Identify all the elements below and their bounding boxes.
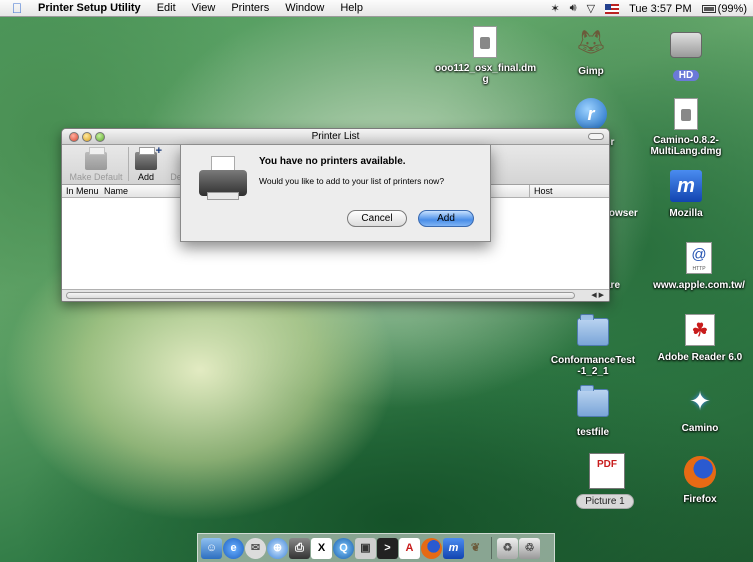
no-printers-sheet: You have no printers available. Would yo…: [180, 145, 491, 242]
desktop-icon-label: Firefox: [683, 494, 717, 505]
desktop-icon-ooo-dmg[interactable]: ooo112_osx_final.dm g: [435, 26, 537, 85]
desktop-icon-label: www.apple.com.tw/: [653, 280, 745, 291]
add-printer-icon: +: [135, 145, 162, 170]
window-controls: [69, 132, 105, 142]
desktop-icon-label: ooo112_osx_final.dm g: [435, 63, 537, 85]
pdf-file-icon: PDF: [589, 453, 625, 489]
x11-icon[interactable]: X: [311, 537, 332, 559]
desktop-icon-camino-dmg[interactable]: Camino-0.8.2- MultiLang.dmg: [636, 98, 736, 157]
menu-extras: ✶ 🔊︎ ▽ Tue 3:57 PM (99%): [550, 0, 747, 17]
sheet-message: Would you like to add to your list of pr…: [259, 176, 445, 186]
horizontal-scrollbar[interactable]: ◀▶: [62, 289, 609, 301]
mozilla-icon: m: [670, 170, 702, 202]
desktop-icon-label: ConformanceTest -1_2_1: [550, 355, 636, 377]
trash-icon[interactable]: ♻: [497, 537, 518, 559]
sheet-title: You have no printers available.: [259, 156, 406, 167]
desktop-icon-label: Picture 1: [576, 494, 634, 509]
menu-window[interactable]: Window: [277, 2, 332, 14]
hard-drive-icon: [670, 32, 702, 58]
desktop-icon-apple-site[interactable]: @ HTTP www.apple.com.tw/: [649, 242, 749, 291]
make-default-label: Make Default: [69, 172, 123, 182]
menu-printers[interactable]: Printers: [223, 2, 277, 14]
adobe-icon[interactable]: A: [399, 537, 420, 559]
desktop-icon-camino[interactable]: ✦ Camino: [650, 385, 750, 434]
quicktime-icon[interactable]: Q: [333, 537, 354, 559]
printer-icon: [199, 156, 247, 202]
mozilla-icon[interactable]: m: [443, 537, 464, 559]
input-flag-icon[interactable]: [605, 3, 620, 14]
desktop-icon-label: Adobe Reader 6.0: [657, 352, 743, 363]
column-name[interactable]: Name: [100, 185, 128, 198]
battery-icon: [701, 4, 716, 13]
desktop-icon-mozilla[interactable]: m Mozilla: [636, 170, 736, 219]
battery-percent: (99%): [717, 2, 747, 15]
ie-icon[interactable]: e: [223, 537, 244, 559]
bluetooth-icon[interactable]: ✶: [550, 2, 559, 15]
desktop-icon-picture[interactable]: PDF Picture 1: [555, 453, 655, 509]
menu-edit[interactable]: Edit: [149, 2, 184, 14]
safari-icon[interactable]: ⊕: [267, 537, 288, 559]
desktop-icon-label: Camino-0.8.2- MultiLang.dmg: [650, 135, 722, 157]
gimp-icon: 🦊︎: [575, 29, 607, 56]
apple-menu-icon[interactable]: : [0, 0, 34, 17]
desktop-icon-gimp[interactable]: 🦊︎ Gimp: [541, 26, 641, 77]
window-titlebar[interactable]: Printer List: [62, 129, 609, 145]
app-icon: r: [575, 98, 607, 130]
desktop-icon-firefox[interactable]: Firefox: [650, 456, 750, 505]
add-label: Add: [137, 172, 154, 182]
web-location-icon: @ HTTP: [686, 242, 712, 274]
desktop-icon-label: testfile: [576, 427, 610, 438]
desktop-icon-conformance[interactable]: ConformanceTest -1_2_1: [543, 314, 643, 377]
desktop-icon-label: Camino: [681, 423, 719, 434]
add-printer-button[interactable]: + Add: [131, 145, 162, 184]
firefox-icon[interactable]: [421, 537, 442, 559]
volume-icon[interactable]: 🔊︎: [570, 2, 577, 15]
toolbar-toggle-button[interactable]: [588, 133, 604, 140]
gimp-icon[interactable]: ❦: [465, 538, 486, 559]
menu-view[interactable]: View: [184, 2, 224, 14]
close-button[interactable]: [69, 132, 79, 142]
toolbar-divider: [128, 147, 129, 181]
desktop-icon-label: HD: [672, 70, 700, 81]
firefox-icon: [684, 456, 716, 488]
disk-image-icon: [473, 26, 497, 58]
minimize-button[interactable]: [82, 132, 92, 142]
column-host[interactable]: Host: [529, 185, 553, 198]
dock: ☺ e ✉ ⊕ ⎙ X Q ▣ > A m ❦ ♻ ♲: [197, 533, 555, 562]
battery-status[interactable]: (99%): [701, 2, 747, 15]
add-button[interactable]: Add: [418, 210, 474, 227]
disk-image-icon: [674, 98, 698, 130]
camino-icon: ✦: [689, 386, 711, 416]
scroll-arrows-icon[interactable]: ◀▶: [591, 291, 606, 299]
desktop-icon-testfile[interactable]: testfile: [543, 385, 643, 438]
menu-app-name[interactable]: Printer Setup Utility: [34, 2, 149, 14]
menu-bar:  Printer Setup Utility Edit View Printe…: [0, 0, 753, 17]
make-default-button[interactable]: Make Default: [66, 147, 126, 184]
preview-icon[interactable]: ▣: [355, 537, 376, 559]
scroll-track[interactable]: [66, 292, 575, 299]
desktop-icon-hd[interactable]: HD: [636, 26, 736, 81]
menu-clock[interactable]: Tue 3:57 PM: [629, 3, 692, 15]
desktop-icon-adobe-reader[interactable]: ☘︎ Adobe Reader 6.0: [650, 314, 750, 363]
finder-icon[interactable]: ☺: [201, 537, 222, 559]
folder-icon: [577, 314, 609, 346]
airport-icon[interactable]: ▽: [587, 2, 595, 15]
trash-full-icon[interactable]: ♲: [519, 537, 540, 559]
window-title: Printer List: [311, 131, 360, 142]
desktop-icon-label: Mozilla: [669, 208, 703, 219]
cancel-button[interactable]: Cancel: [347, 210, 407, 227]
terminal-icon[interactable]: >: [377, 537, 398, 559]
zoom-button[interactable]: [95, 132, 105, 142]
column-in-menu[interactable]: In Menu: [62, 185, 99, 198]
dock-divider: [491, 537, 492, 559]
folder-icon: [577, 385, 609, 417]
mail-icon[interactable]: ✉: [245, 537, 266, 559]
menu-help[interactable]: Help: [332, 2, 371, 14]
printer-icon: [85, 147, 107, 170]
adobe-reader-icon: ☘︎: [685, 314, 715, 346]
desktop-icon-label: Gimp: [578, 66, 604, 77]
printer-icon[interactable]: ⎙: [289, 537, 310, 559]
